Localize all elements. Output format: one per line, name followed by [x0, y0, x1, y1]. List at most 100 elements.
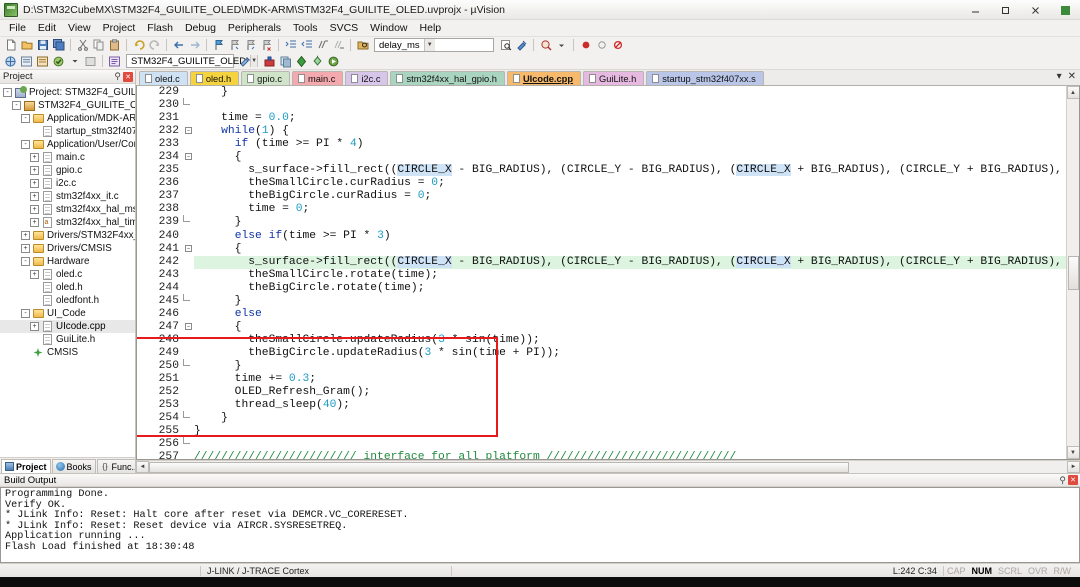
- tree-item[interactable]: +i2c.c: [0, 177, 135, 190]
- code-line[interactable]: 246 else: [137, 308, 1066, 321]
- scroll-thumb[interactable]: [1068, 256, 1079, 290]
- code-line[interactable]: 249 theBigCircle.updateRadius(3 * sin(ti…: [137, 347, 1066, 360]
- code-line[interactable]: 234– {: [137, 151, 1066, 164]
- save-icon[interactable]: [35, 38, 50, 52]
- code-line[interactable]: 245 }: [137, 295, 1066, 308]
- menu-debug[interactable]: Debug: [179, 21, 222, 35]
- menu-svcs[interactable]: SVCS: [324, 21, 365, 35]
- breakpoint-icon[interactable]: [578, 38, 593, 52]
- code-line[interactable]: 243 theSmallCircle.rotate(time);: [137, 269, 1066, 282]
- expand-icon[interactable]: +: [30, 322, 39, 331]
- code-line[interactable]: 237 theBigCircle.curRadius = 0;: [137, 190, 1066, 203]
- menu-flash[interactable]: Flash: [141, 21, 179, 35]
- cut-icon[interactable]: [75, 38, 90, 52]
- rebuild-icon[interactable]: [35, 54, 50, 68]
- batch-build-icon[interactable]: [51, 54, 66, 68]
- navigate-forward-icon[interactable]: [187, 38, 202, 52]
- tree-item[interactable]: CMSIS: [0, 346, 135, 359]
- tree-item[interactable]: +Drivers/CMSIS: [0, 242, 135, 255]
- editor-tab-oled-h[interactable]: oled.h: [190, 71, 239, 85]
- target-options-icon[interactable]: [107, 54, 122, 68]
- multi-project-icon[interactable]: [294, 54, 309, 68]
- code-line[interactable]: 252 OLED_Refresh_Gram();: [137, 386, 1066, 399]
- editor-tab-oled-c[interactable]: oled.c: [139, 71, 188, 85]
- code-line[interactable]: 233 if (time >= PI * 4): [137, 138, 1066, 151]
- collapse-icon[interactable]: -: [3, 88, 12, 97]
- tree-item[interactable]: +stm32f4xx_it.c: [0, 190, 135, 203]
- tree-item[interactable]: +main.c: [0, 151, 135, 164]
- fold-toggle-icon[interactable]: –: [183, 125, 194, 138]
- new-file-icon[interactable]: [3, 38, 18, 52]
- open-file-icon[interactable]: [19, 38, 34, 52]
- outdent-icon[interactable]: [299, 38, 314, 52]
- paste-icon[interactable]: [107, 38, 122, 52]
- tree-item[interactable]: +UIcode.cpp: [0, 320, 135, 333]
- expand-icon[interactable]: +: [30, 218, 39, 227]
- code-line[interactable]: 239 }: [137, 216, 1066, 229]
- manage-project-items-icon[interactable]: [310, 54, 325, 68]
- tree-item[interactable]: +stm32f4xx_hal_timebase_: [0, 216, 135, 229]
- menu-file[interactable]: File: [3, 21, 32, 35]
- bookmark-clear-icon[interactable]: [259, 38, 274, 52]
- collapse-icon[interactable]: -: [21, 257, 30, 266]
- close-button[interactable]: [1020, 0, 1050, 20]
- components-icon[interactable]: [278, 54, 293, 68]
- menu-tools[interactable]: Tools: [287, 21, 324, 35]
- tab-project[interactable]: Project: [1, 459, 51, 473]
- code-line[interactable]: 247– {: [137, 321, 1066, 334]
- find-combo[interactable]: delay_ms ▼: [374, 38, 494, 52]
- tree-item[interactable]: oledfont.h: [0, 294, 135, 307]
- expand-icon[interactable]: +: [30, 166, 39, 175]
- maximize-button[interactable]: [990, 0, 1020, 20]
- tab-scroll-icon[interactable]: ▾: [1057, 71, 1062, 82]
- kill-breakpoints-icon[interactable]: [610, 38, 625, 52]
- translate-icon[interactable]: [3, 54, 18, 68]
- breakpoint-disabled-icon[interactable]: [594, 38, 609, 52]
- menu-view[interactable]: View: [62, 21, 97, 35]
- code-line[interactable]: 235 s_surface->fill_rect((CIRCLE_X - BIG…: [137, 164, 1066, 177]
- stop-build-icon[interactable]: [83, 54, 98, 68]
- code-line[interactable]: 256: [137, 438, 1066, 451]
- close-icon[interactable]: ✕: [1068, 475, 1078, 485]
- tree-item[interactable]: -Project: STM32F4_GUILITE_OLED: [0, 86, 135, 99]
- expand-icon[interactable]: +: [30, 192, 39, 201]
- expand-icon[interactable]: +: [30, 205, 39, 214]
- close-icon[interactable]: ✕: [123, 72, 133, 82]
- collapse-icon[interactable]: -: [21, 309, 30, 318]
- tree-item[interactable]: -Hardware: [0, 255, 135, 268]
- tree-item[interactable]: -Application/User/Core: [0, 138, 135, 151]
- chevron-down-icon[interactable]: [67, 54, 82, 68]
- code-line[interactable]: 250 }: [137, 360, 1066, 373]
- fold-toggle-icon[interactable]: –: [183, 243, 194, 256]
- tree-item[interactable]: +Drivers/STM32F4xx_HAL_Dri: [0, 229, 135, 242]
- tree-item[interactable]: GuiLite.h: [0, 333, 135, 346]
- close-document-icon[interactable]: ✕: [1068, 71, 1076, 82]
- code-line[interactable]: 254 }: [137, 412, 1066, 425]
- tree-item[interactable]: +gpio.c: [0, 164, 135, 177]
- expand-icon[interactable]: +: [21, 231, 30, 240]
- chevron-down-icon[interactable]: ▼: [424, 39, 435, 51]
- code-line[interactable]: 257//////////////////////// interface fo…: [137, 451, 1066, 459]
- collapse-icon[interactable]: -: [12, 101, 21, 110]
- fold-toggle-icon[interactable]: –: [183, 151, 194, 164]
- close-tab-icon[interactable]: ▾✕: [1057, 71, 1076, 82]
- scroll-left-button[interactable]: ◄: [136, 461, 149, 473]
- find-in-files-icon[interactable]: [355, 38, 370, 52]
- hscroll-thumb[interactable]: [149, 462, 849, 473]
- bookmark-toggle-icon[interactable]: [211, 38, 226, 52]
- menu-window[interactable]: Window: [364, 21, 413, 35]
- minimize-button[interactable]: [960, 0, 990, 20]
- collapse-icon[interactable]: -: [21, 114, 30, 123]
- uncomment-icon[interactable]: [331, 38, 346, 52]
- zoom-icon[interactable]: [538, 38, 553, 52]
- menu-peripherals[interactable]: Peripherals: [222, 21, 287, 35]
- bookmark-next-icon[interactable]: [243, 38, 258, 52]
- scroll-up-button[interactable]: ▲: [1067, 86, 1080, 99]
- tree-item[interactable]: -Application/MDK-ARM: [0, 112, 135, 125]
- tree-item[interactable]: startup_stm32f407xx.s: [0, 125, 135, 138]
- comment-icon[interactable]: [315, 38, 330, 52]
- undo-icon[interactable]: [131, 38, 146, 52]
- expand-icon[interactable]: +: [30, 270, 39, 279]
- code-viewport[interactable]: 229 }230 231 time = 0.0;232– while(1) {2…: [137, 86, 1066, 459]
- code-line[interactable]: 230: [137, 99, 1066, 112]
